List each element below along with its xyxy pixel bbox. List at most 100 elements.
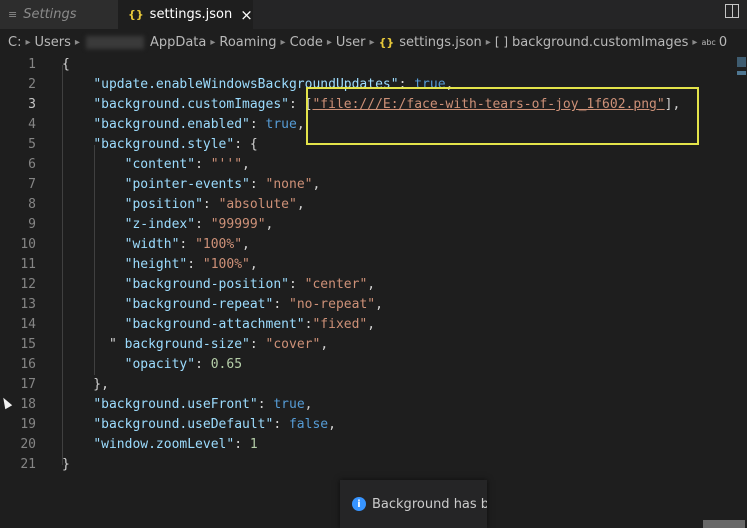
code-line[interactable]: 14 "background-attachment":"fixed", — [0, 315, 735, 335]
line-number: 2 — [28, 77, 36, 92]
chevron-right-icon: ▸ — [280, 36, 286, 48]
code-line[interactable]: 21} — [0, 455, 735, 475]
tab-settings-json[interactable]: {} settings.json × — [118, 0, 253, 29]
tab-label: Settings — [23, 7, 77, 22]
code-token: "background.customImages" — [93, 97, 289, 112]
code-token: "height" — [124, 257, 188, 272]
close-icon[interactable]: × — [240, 6, 253, 24]
code-token: "width" — [124, 237, 180, 252]
code-line[interactable]: 6 "content": "''", — [0, 155, 735, 175]
code-text: "background.useFront": true, — [62, 395, 312, 415]
code-token: : — [273, 417, 289, 432]
code-token: : — [398, 77, 415, 92]
code-token: , — [296, 117, 305, 132]
breadcrumb-drive[interactable]: C: — [8, 35, 21, 50]
code-token: false — [288, 417, 329, 432]
code-text: "height": "100%", — [62, 255, 258, 275]
code-text: "background-repeat": "no-repeat", — [62, 295, 383, 315]
code-line[interactable]: 1{ — [0, 55, 735, 75]
breadcrumb-index[interactable]: 0 — [719, 35, 727, 50]
notification-toast[interactable]: i Background has be — [340, 480, 487, 528]
minimap[interactable] — [735, 55, 747, 475]
code-line[interactable]: 10 "width": "100%", — [0, 235, 735, 255]
code-line[interactable]: 4 "background.enabled": true, — [0, 115, 735, 135]
split-editor-icon[interactable] — [725, 4, 739, 18]
line-number: 14 — [20, 317, 36, 332]
code-text: "z-index": "99999", — [62, 215, 274, 235]
code-text: "content": "''", — [62, 155, 250, 175]
code-token: : — [273, 297, 289, 312]
breadcrumb-settings-json[interactable]: settings.json — [399, 35, 482, 50]
code-token: "none" — [265, 177, 313, 192]
code-line[interactable]: 12 "background-position": "center", — [0, 275, 735, 295]
chevron-right-icon: ▸ — [326, 36, 332, 48]
code-line[interactable]: 16 "opacity": 0.65 — [0, 355, 735, 375]
breadcrumb-roaming[interactable]: Roaming — [219, 35, 276, 50]
minimap-slider[interactable] — [737, 57, 746, 67]
line-number: 19 — [20, 417, 36, 432]
breadcrumb-users[interactable]: Users — [35, 35, 71, 50]
code-text: "update.enableWindowsBackgroundUpdates":… — [62, 75, 453, 95]
code-token: "background-position" — [124, 277, 289, 292]
code-token: "background.useDefault" — [93, 417, 274, 432]
code-line[interactable]: 11 "height": "100%", — [0, 255, 735, 275]
code-line[interactable]: 20 "window.zoomLevel": 1 — [0, 435, 735, 455]
breadcrumb-appdata[interactable]: AppData — [150, 35, 206, 50]
notification-text: Background has be — [372, 496, 487, 512]
code-token: , — [328, 417, 336, 432]
code-line[interactable]: 17 }, — [0, 375, 735, 395]
code-text: "position": "absolute", — [62, 195, 305, 215]
code-line[interactable]: 5 "background.style": { — [0, 135, 735, 155]
breadcrumb-custom-images[interactable]: background.customImages — [512, 35, 688, 50]
code-line[interactable]: 3 "background.customImages": ["file:///E… — [0, 95, 735, 115]
code-token: "z-index" — [124, 217, 196, 232]
code-token: : { — [234, 137, 258, 152]
code-token: "center" — [304, 277, 368, 292]
code-line[interactable]: 18 "background.useFront": true, — [0, 395, 735, 415]
code-editor[interactable]: 1{2 "update.enableWindowsBackgroundUpdat… — [0, 55, 747, 475]
chevron-right-icon: ▸ — [74, 36, 80, 48]
code-line[interactable]: 7 "pointer-events": "none", — [0, 175, 735, 195]
breadcrumb-code[interactable]: Code — [290, 35, 323, 50]
breadcrumb-user[interactable]: User — [336, 35, 366, 50]
code-text: "window.zoomLevel": 1 — [62, 435, 257, 455]
code-token: }, — [62, 377, 109, 392]
code-token: : — [195, 357, 211, 372]
code-text: } — [62, 455, 70, 475]
line-number: 20 — [20, 437, 36, 452]
code-token: , — [312, 177, 321, 192]
code-line[interactable]: 9 "z-index": "99999", — [0, 215, 735, 235]
chevron-right-icon: ▸ — [369, 36, 375, 48]
line-number: 10 — [20, 237, 36, 252]
breadcrumb: C: ▸ Users ▸ AppData ▸ Roaming ▸ Code ▸ … — [0, 29, 747, 55]
code-text: { — [62, 55, 70, 75]
code-line[interactable]: 15 " background-size": "cover", — [0, 335, 735, 355]
code-line[interactable]: 13 "background-repeat": "no-repeat", — [0, 295, 735, 315]
line-number: 1 — [28, 57, 36, 72]
code-line[interactable]: 19 "background.useDefault": false, — [0, 415, 735, 435]
code-token: true — [273, 397, 305, 412]
line-number: 16 — [20, 357, 36, 372]
code-text: "pointer-events": "none", — [62, 175, 321, 195]
code-line[interactable]: 2 "update.enableWindowsBackgroundUpdates… — [0, 75, 735, 95]
code-line[interactable]: 8 "position": "absolute", — [0, 195, 735, 215]
code-token: : — [249, 117, 266, 132]
line-number: 5 — [28, 137, 36, 152]
json-braces-icon: {} — [378, 35, 395, 49]
code-token: : [ — [288, 97, 313, 112]
code-token: "''" — [210, 157, 243, 172]
line-number: 21 — [20, 457, 36, 472]
code-text: " background-size": "cover", — [62, 335, 328, 355]
code-token: "100%" — [195, 237, 243, 252]
chevron-right-icon: ▸ — [692, 36, 698, 48]
json-braces-icon: {} — [128, 8, 144, 21]
tab-settings[interactable]: ≡ Settings — [0, 0, 118, 29]
